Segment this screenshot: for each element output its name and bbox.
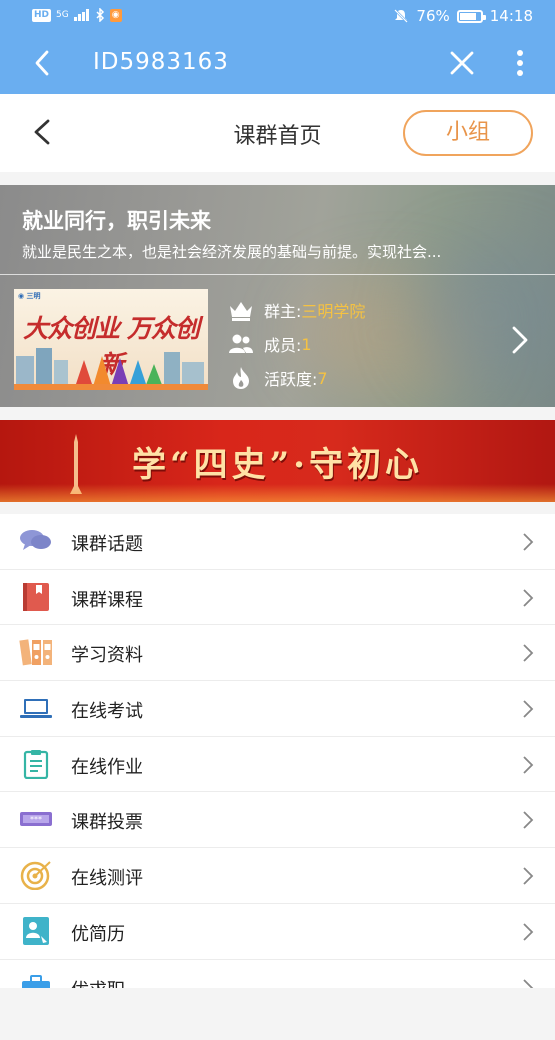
mute-bell-icon (394, 9, 409, 23)
chevron-right-icon (523, 811, 534, 830)
menu-item-topics[interactable]: 课群话题 (0, 514, 555, 570)
status-bar: HD 5G ◉ 76% 14:18 (0, 0, 555, 34)
browser-back-icon[interactable] (28, 48, 58, 78)
activity-label: 活跃度: (264, 370, 318, 389)
promo-banner[interactable]: 学“四史”·守初心 (0, 420, 555, 502)
members-value: 1 (301, 334, 312, 354)
members-row: 成员: 1 (228, 327, 365, 361)
menu-item-exams[interactable]: 在线考试 (0, 681, 555, 737)
menu-label: 课群课程 (71, 589, 143, 611)
banner-gold-band (0, 484, 555, 502)
group-cover-image: ◉ 三明 大众创业 万众创新 (14, 289, 208, 390)
signal-indicator: 5G (56, 9, 69, 20)
menu-item-homework[interactable]: 在线作业 (0, 737, 555, 793)
chevron-right-icon (523, 923, 534, 941)
members-icon (229, 334, 253, 353)
more-options-icon[interactable] (508, 48, 532, 78)
menu-label: 在线考试 (71, 701, 143, 723)
crown-icon (230, 302, 252, 321)
chevron-right-icon (523, 533, 534, 551)
chat-bubbles-icon (20, 530, 51, 550)
menu-label: 在线作业 (71, 756, 143, 778)
binders-icon (19, 639, 52, 666)
city-illustration (14, 348, 208, 390)
signal-bars-icon (73, 9, 89, 21)
owner-label: 群主: (264, 302, 302, 321)
page-header: 课群首页 小组 (0, 94, 555, 172)
menu-item-materials[interactable]: 学习资料 (0, 625, 555, 682)
menu-label: 在线测评 (71, 868, 143, 890)
group-info-card[interactable]: 就业同行，职引未来 就业是民生之本，也是社会经济发展的基础与前提。实现社会...… (0, 185, 555, 407)
menu-label: 学习资料 (71, 645, 143, 667)
menu-label: 优简历 (71, 923, 125, 945)
bluetooth-icon (96, 8, 104, 22)
clock: 14:18 (489, 7, 533, 25)
divider (0, 274, 555, 275)
chevron-right-icon (523, 700, 534, 718)
hd-indicator: HD (32, 8, 52, 22)
menu-item-jobs[interactable]: 优求职 (0, 960, 555, 989)
menu-item-courses[interactable]: 课群课程 (0, 570, 555, 626)
menu-item-resume[interactable]: 优简历 (0, 904, 555, 960)
group-description: 就业是民生之本，也是社会经济发展的基础与前提。实现社会... (22, 243, 442, 261)
resume-icon (23, 916, 49, 945)
chevron-right-icon (523, 589, 534, 607)
chevron-right-icon[interactable] (508, 323, 532, 357)
banner-text: 学“四史”·守初心 (132, 445, 423, 485)
owner-row: 群主: 三明学院 (228, 293, 365, 327)
group-meta: 群主: 三明学院 成员: 1 活跃度: 7 (228, 293, 365, 395)
members-label: 成员: (264, 336, 302, 355)
browser-toolbar: ID5983163 (0, 34, 555, 94)
menu-item-vote[interactable]: *** 课群投票 (0, 792, 555, 849)
chevron-right-icon (523, 644, 534, 663)
menu-label: 课群话题 (71, 534, 143, 555)
flame-icon (233, 367, 249, 389)
book-icon (23, 582, 49, 611)
group-title: 就业同行，职引未来 (22, 209, 211, 233)
clipboard-icon (23, 749, 49, 779)
battery-icon (456, 9, 486, 23)
activity-row: 活跃度: 7 (228, 361, 365, 395)
weibo-icon: ◉ (109, 8, 122, 22)
chevron-right-icon (523, 978, 534, 988)
target-icon (20, 861, 51, 891)
chevron-right-icon (523, 867, 534, 885)
poster-logo: ◉ 三明 (18, 292, 41, 300)
menu-label: 优求职 (71, 976, 125, 989)
owner-value: 三明学院 (301, 302, 366, 321)
close-icon[interactable] (447, 48, 477, 78)
chevron-right-icon (523, 756, 534, 774)
menu-item-assessment[interactable]: 在线测评 (0, 848, 555, 904)
ticket-icon: *** (20, 812, 52, 827)
menu-label: 课群投票 (71, 812, 143, 834)
briefcase-icon (22, 974, 50, 988)
svg-text:***: *** (30, 815, 42, 824)
browser-title: ID5983163 (93, 49, 229, 75)
group-button[interactable]: 小组 (403, 110, 533, 156)
feature-menu: 课群话题 课群课程 学习资料 在线考试 在线作业 *** 课群投票 在线测评 优… (0, 514, 555, 988)
laptop-icon (20, 699, 52, 719)
activity-value: 7 (317, 368, 328, 388)
battery-percent: 76% (416, 7, 450, 25)
